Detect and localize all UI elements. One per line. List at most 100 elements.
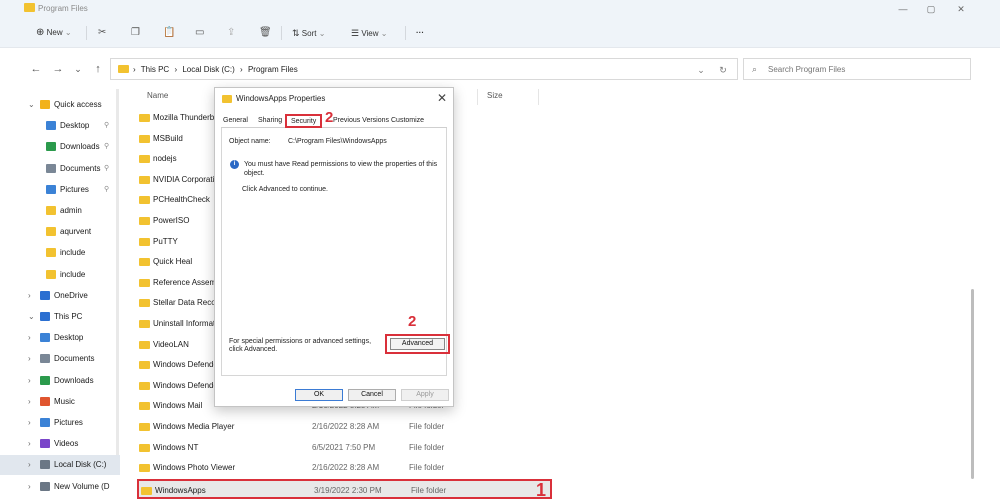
column-header-size[interactable]: Size — [487, 91, 503, 100]
advanced-button[interactable]: Advanced — [390, 338, 445, 350]
sidebar-item[interactable]: Documents ⚲ — [0, 159, 120, 179]
sidebar-item[interactable]: › Music — [0, 392, 120, 412]
file-row[interactable]: Windows NT 6/5/2021 7:50 PM File folder — [137, 438, 552, 458]
more-options-button[interactable]: ··· — [416, 26, 424, 40]
new-button[interactable]: ⊕ New ⌄ — [36, 26, 72, 40]
title-bar: Program Files — ▢ ✕ — [0, 0, 1000, 18]
sidebar-item[interactable]: › Local Disk (C:) — [0, 455, 120, 476]
folder-icon — [46, 269, 56, 279]
sidebar-item-label: Quick access — [54, 100, 102, 109]
sidebar-item[interactable]: ⌄ This PC — [0, 307, 120, 327]
folder-icon — [222, 95, 232, 103]
sidebar-item[interactable]: include — [0, 243, 120, 263]
close-icon[interactable]: ✕ — [437, 91, 447, 105]
sidebar-item[interactable]: include — [0, 265, 120, 285]
folder-icon — [139, 258, 150, 267]
sidebar-item[interactable]: admin — [0, 201, 120, 221]
view-button[interactable]: ☰ View ⌄ — [351, 26, 387, 40]
forward-button[interactable]: → — [50, 61, 66, 77]
breadcrumb-local-disk[interactable]: Local Disk (C:) — [182, 65, 234, 74]
sidebar-item[interactable]: › Pictures — [0, 413, 120, 433]
folder-icon — [139, 381, 150, 390]
chevron-right-icon[interactable]: › — [28, 392, 31, 412]
folder-icon — [139, 278, 150, 287]
folder-icon — [40, 418, 50, 427]
sidebar-item[interactable]: › OneDrive — [0, 286, 120, 306]
folder-icon — [40, 396, 50, 406]
back-button[interactable]: ← — [28, 61, 44, 77]
sidebar-item[interactable]: › New Volume (D — [0, 477, 120, 497]
sidebar-item[interactable]: › Downloads — [0, 371, 120, 391]
share-icon[interactable]: ⇪ — [227, 26, 235, 40]
view-label: View — [361, 29, 379, 38]
cut-icon[interactable]: ✂ — [98, 26, 106, 40]
rename-icon[interactable]: ▭ — [195, 26, 204, 40]
sidebar-item[interactable]: Desktop ⚲ — [0, 116, 120, 136]
apply-button[interactable]: Apply — [401, 389, 449, 401]
chevron-down-icon[interactable]: ⌄ — [28, 307, 35, 327]
copy-icon[interactable]: ❐ — [131, 26, 140, 40]
folder-icon — [46, 227, 56, 237]
breadcrumb-this-pc[interactable]: This PC — [141, 65, 169, 74]
delete-icon[interactable]: 🗑 — [259, 26, 272, 40]
sidebar-item-label: Videos — [54, 439, 79, 449]
cancel-button[interactable]: Cancel — [348, 389, 396, 401]
minimize-button[interactable]: — — [888, 2, 918, 16]
sort-button[interactable]: ⇅ Sort ⌄ — [292, 26, 325, 40]
sidebar-item[interactable]: aqurvent — [0, 222, 120, 242]
file-list-scrollbar[interactable] — [971, 289, 974, 479]
sidebar-item[interactable]: ⌄ Quick access — [0, 95, 120, 115]
recent-locations-button[interactable]: ⌄ — [70, 61, 86, 77]
maximize-button[interactable]: ▢ — [916, 2, 946, 16]
file-row[interactable]: Windows Photo Viewer 2/16/2022 8:28 AM Fil… — [137, 458, 552, 478]
sidebar-item[interactable]: › Videos — [0, 434, 120, 454]
tab-customize[interactable]: Customize — [391, 117, 424, 124]
sidebar-item[interactable]: › Documents — [0, 349, 120, 369]
file-row[interactable]: Windows Media Player 2/16/2022 8:28 AM Fil… — [137, 417, 552, 437]
sidebar-item[interactable]: Downloads ⚲ — [0, 137, 120, 157]
close-window-button[interactable]: ✕ — [946, 2, 976, 16]
file-name: Windows Media Player — [153, 422, 235, 431]
chevron-right-icon[interactable]: › — [28, 455, 31, 475]
chevron-right-icon[interactable]: › — [28, 434, 31, 454]
folder-icon — [40, 375, 50, 385]
advanced-button-highlight: Advanced — [385, 334, 450, 354]
step-2-tab-callout: 2 — [325, 109, 334, 126]
folder-icon — [46, 121, 56, 131]
column-header-name[interactable]: Name — [147, 91, 168, 100]
sidebar-item-label: New Volume (D — [54, 481, 110, 491]
tab-security[interactable]: Security — [285, 114, 323, 128]
chevron-right-icon[interactable]: › — [28, 328, 31, 348]
sidebar-item[interactable]: Pictures ⚲ — [0, 180, 120, 200]
refresh-icon[interactable]: ↻ — [717, 64, 729, 76]
special-permissions-text: For special permissions or advanced sett… — [229, 338, 372, 353]
tab-sharing[interactable]: Sharing — [258, 117, 282, 124]
ok-button[interactable]: OK — [295, 389, 343, 401]
tab-previous-versions[interactable]: Previous Versions — [333, 117, 389, 124]
dialog-tabs: General Sharing Security Previous Versio… — [221, 114, 447, 128]
folder-icon — [40, 100, 50, 109]
address-dropdown-icon[interactable]: ⌄ — [695, 64, 707, 76]
search-box[interactable]: ⌕ — [743, 58, 971, 80]
chevron-down-icon[interactable]: ⌄ — [28, 95, 35, 115]
file-row[interactable]: WindowsApps 3/19/2022 2:30 PM File folder — [137, 478, 552, 499]
chevron-down-icon: ⌄ — [318, 29, 326, 38]
chevron-right-icon[interactable]: › — [28, 413, 31, 433]
chevron-right-icon[interactable]: › — [28, 477, 31, 497]
folder-icon — [139, 361, 150, 370]
search-input[interactable] — [768, 62, 963, 76]
folder-icon — [40, 354, 50, 364]
paste-icon[interactable]: 📋 — [163, 26, 175, 40]
chevron-right-icon[interactable]: › — [28, 286, 31, 306]
sort-icon: ⇅ — [292, 28, 300, 38]
breadcrumb-program-files[interactable]: Program Files — [248, 65, 298, 74]
tab-general[interactable]: General — [223, 117, 248, 124]
address-bar[interactable]: › This PC › Local Disk (C:) › Program Fi… — [110, 58, 738, 80]
folder-icon — [139, 423, 150, 431]
up-button[interactable]: ↑ — [90, 61, 106, 77]
chevron-right-icon[interactable]: › — [28, 349, 31, 369]
sidebar-item[interactable]: › Desktop — [0, 328, 120, 348]
folder-icon — [139, 155, 150, 164]
step-1-callout: 1 — [536, 480, 547, 500]
chevron-right-icon[interactable]: › — [28, 371, 31, 391]
